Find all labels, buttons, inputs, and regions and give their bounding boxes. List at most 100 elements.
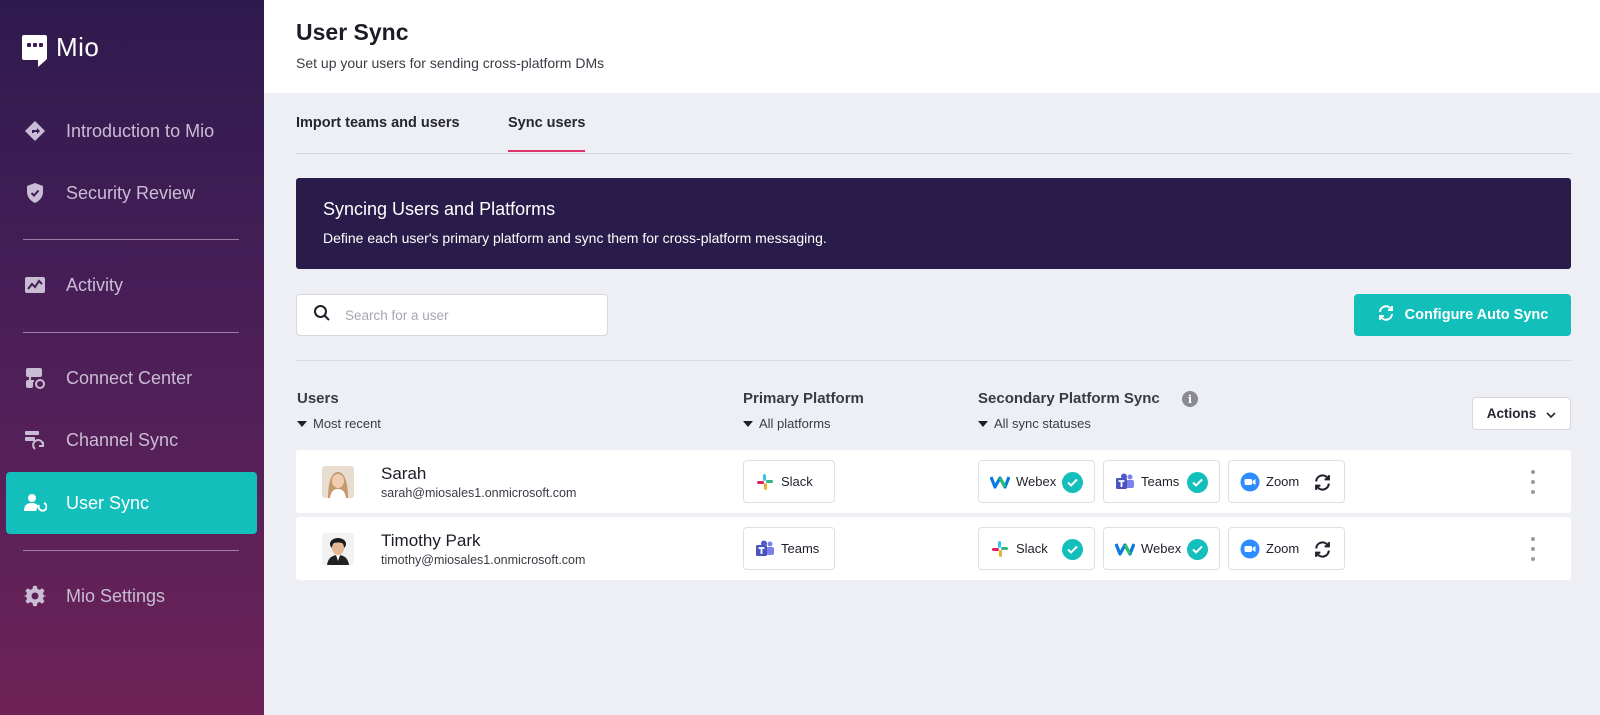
users-sort-filter[interactable]: Most recent [297,416,381,431]
page-subtitle: Set up your users for sending cross-plat… [296,55,605,71]
avatar [322,533,354,565]
sync-status-filter-label: All sync statuses [994,416,1091,431]
sync-icon [1377,304,1395,326]
slack-icon [990,539,1010,559]
check-circle-icon [1062,539,1083,560]
sidebar-item-label: Mio Settings [66,585,166,606]
sidebar-divider [23,332,239,333]
row-more-menu-icon[interactable] [1528,470,1538,494]
zoom-icon [1240,472,1260,492]
column-header-users: Users [297,390,339,407]
tab-bar: Import teams and users Sync users [296,100,1571,154]
user-name: Timothy Park [381,531,481,550]
check-circle-icon [1062,472,1083,493]
actions-dropdown[interactable]: Actions [1472,397,1571,430]
user-name: Sarah [381,464,427,483]
primary-platform-filter-label: All platforms [759,416,831,431]
secondary-platform-chip[interactable]: Teams [1103,460,1220,503]
webex-icon [990,472,1010,492]
sidebar-item-connect-center[interactable]: Connect Center [6,347,257,409]
platform-label: Zoom [1266,474,1300,489]
sidebar-item-user-sync[interactable]: User Sync [6,472,257,534]
search-input[interactable] [345,307,585,323]
sidebar-item-activity[interactable]: Activity [6,254,257,316]
primary-platform-chip[interactable]: Teams [743,527,835,570]
row-more-menu-icon[interactable] [1528,537,1538,561]
column-header-primary-platform: Primary Platform [743,390,864,407]
info-icon[interactable]: i [1182,391,1198,407]
column-header-secondary-platform-sync: Secondary Platform Sync [978,390,1160,407]
user-email: timothy@miosales1.onmicrosoft.com [381,553,586,567]
caret-down-icon [297,420,307,427]
chart-icon [22,272,48,298]
sync-status-filter[interactable]: All sync statuses [978,416,1091,431]
secondary-platform-chip[interactable]: Webex [1103,527,1220,570]
users-sort-label: Most recent [313,416,381,431]
configure-auto-sync-label: Configure Auto Sync [1404,307,1549,323]
tab-import-teams-and-users[interactable]: Import teams and users [296,115,460,150]
sidebar-item-label: User Sync [66,492,150,513]
sidebar-item-label: Connect Center [66,367,193,388]
secondary-platform-chip[interactable]: Webex [978,460,1095,503]
platform-label: Webex [1141,541,1182,556]
secondary-platform-chip[interactable]: Zoom [1228,527,1345,570]
pending-sync-status [1312,472,1333,493]
platform-label: Teams [1141,474,1180,489]
sidebar-item-label: Security Review [66,182,196,203]
check-circle-icon [1187,472,1208,493]
user-email: sarah@miosales1.onmicrosoft.com [381,486,577,500]
sidebar-item-introduction[interactable]: Introduction to Mio [6,100,257,162]
secondary-platform-chip[interactable]: Zoom [1228,460,1345,503]
app-name: Mio [56,32,100,62]
sidebar-item-label: Channel Sync [66,429,179,450]
webex-icon [1115,539,1135,559]
synced-status [1062,539,1083,560]
synced-status [1187,539,1208,560]
sidebar-item-security-review[interactable]: Security Review [6,162,257,224]
sync-icon [1315,474,1330,491]
page-header: User Sync Set up your users for sending … [264,0,1600,93]
tab-sync-users[interactable]: Sync users [508,115,586,152]
platform-label: Slack [1016,541,1048,556]
sidebar-item-label: Introduction to Mio [66,120,215,141]
mio-logo-icon [22,35,47,67]
page-title: User Sync [296,19,409,45]
slack-icon [755,472,775,492]
zoom-icon [1240,539,1260,559]
primary-platform-chip[interactable]: Slack [743,460,835,503]
platform-label: Teams [781,541,820,556]
mio-logo[interactable]: Mio [22,32,100,67]
diamond-arrow-icon [22,118,48,144]
synced-status [1062,472,1083,493]
check-circle-icon [1187,539,1208,560]
search-icon [313,304,331,327]
platform-label: Zoom [1266,541,1300,556]
teams-icon [1115,472,1135,492]
info-banner: Syncing Users and Platforms Define each … [296,178,1571,269]
primary-platform-filter[interactable]: All platforms [743,416,831,431]
sidebar-item-channel-sync[interactable]: Channel Sync [6,409,257,471]
table-row[interactable]: Timothy Park timothy@miosales1.onmicroso… [296,517,1571,580]
gear-icon [22,583,48,609]
sidebar-item-label: Activity [66,274,124,295]
section-divider [296,360,1571,361]
actions-label: Actions [1486,406,1537,421]
sync-icon [1315,541,1330,558]
channel-sync-icon [22,427,48,453]
banner-text: Define each user's primary platform and … [323,230,827,246]
sidebar-divider [23,550,239,551]
platform-label: Slack [781,474,813,489]
caret-down-icon [743,420,753,427]
chevron-down-icon [1546,406,1556,421]
teams-icon [755,539,775,559]
search-box[interactable] [296,294,608,336]
secondary-platform-chip[interactable]: Slack [978,527,1095,570]
configure-auto-sync-button[interactable]: Configure Auto Sync [1354,294,1571,336]
user-sync-icon [22,490,48,516]
sidebar-item-mio-settings[interactable]: Mio Settings [6,565,257,627]
synced-status [1187,472,1208,493]
table-row[interactable]: Sarah sarah@miosales1.onmicrosoft.com Sl… [296,450,1571,513]
avatar [322,466,354,498]
sidebar: Mio Introduction to Mio Security Review … [0,0,264,715]
shield-icon [22,180,48,206]
